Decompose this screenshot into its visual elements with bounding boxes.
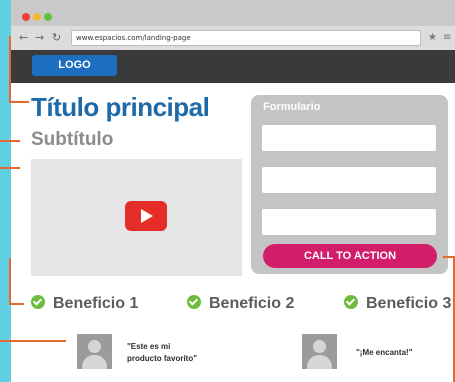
navigation-bar: ← → ↻ www.espacios.com/landing-page ★ ≡ [11, 26, 455, 50]
benefit-1: Beneficio 1 [31, 293, 138, 315]
url-bar[interactable]: www.espacios.com/landing-page [71, 30, 421, 46]
form-field-2[interactable] [262, 167, 436, 193]
annotation-line [0, 167, 20, 169]
check-icon [344, 294, 358, 309]
form-label: Formulario [263, 101, 321, 113]
bookmark-star-icon[interactable]: ★ [428, 30, 437, 46]
back-arrow-icon[interactable]: ← [19, 30, 28, 46]
testimonial-quote-1: "Este es mi producto favorito" [127, 341, 197, 365]
maximize-window-icon[interactable] [44, 13, 52, 21]
benefit-2: Beneficio 2 [187, 293, 294, 315]
annotation-line [0, 140, 20, 142]
form-field-1[interactable] [262, 125, 436, 151]
browser-menu-icon[interactable]: ≡ [443, 30, 451, 46]
minimize-window-icon[interactable] [33, 13, 41, 21]
benefit-label: Beneficio 3 [366, 295, 452, 312]
title-bar [11, 0, 455, 26]
user-head-icon [88, 340, 101, 353]
logo[interactable]: LOGO [32, 55, 117, 76]
user-body-icon [82, 355, 107, 369]
testimonial-line: producto favorito" [127, 354, 198, 363]
reload-icon[interactable]: ↻ [52, 30, 61, 46]
video-player[interactable] [31, 159, 242, 276]
signup-form: Formulario CALL TO ACTION [251, 95, 448, 274]
annotation-line [9, 101, 29, 103]
check-icon [187, 294, 201, 309]
testimonial-line: "Este es mi [127, 342, 171, 351]
check-icon [31, 294, 45, 309]
user-head-icon [313, 340, 326, 353]
call-to-action-button[interactable]: CALL TO ACTION [263, 244, 437, 268]
annotation-line [9, 303, 24, 305]
browser-window: ← → ↻ www.espacios.com/landing-page ★ ≡ … [11, 0, 455, 382]
benefit-label: Beneficio 2 [209, 295, 295, 312]
page-title: Título principal [31, 92, 210, 122]
annotation-line [0, 340, 66, 342]
annotation-line [9, 36, 11, 102]
benefit-3: Beneficio 3 [344, 293, 451, 315]
play-icon[interactable] [125, 201, 167, 231]
testimonial-quote-2: "¡Me encanta!" [356, 347, 412, 359]
user-body-icon [307, 355, 332, 369]
close-window-icon[interactable] [22, 13, 30, 21]
annotation-line [9, 258, 11, 304]
benefit-label: Beneficio 1 [53, 295, 139, 312]
avatar [77, 334, 112, 369]
forward-arrow-icon[interactable]: → [35, 30, 44, 46]
avatar [302, 334, 337, 369]
page-subtitle: Subtítulo [31, 129, 114, 150]
form-field-3[interactable] [262, 209, 436, 235]
testimonial-line: "¡Me encanta!" [356, 348, 413, 357]
